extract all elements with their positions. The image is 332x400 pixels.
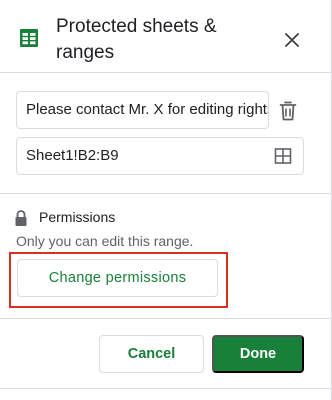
panel-header: Protected sheets & ranges [0,0,332,72]
description-input-value: Please contact Mr. X for editing rights [26,101,269,118]
range-input-value: Sheet1!B2:B9 [26,147,119,164]
range-input[interactable]: Sheet1!B2:B9 [16,137,304,175]
permissions-title: Permissions [39,209,116,225]
protected-ranges-panel: Protected sheets & ranges Please contact… [0,0,332,400]
change-permissions-button[interactable]: Change permissions [17,259,218,297]
permissions-subtitle: Only you can edit this range. [16,233,194,249]
lock-icon [15,210,27,226]
bottom-divider [0,388,332,389]
grid-icon[interactable] [274,147,292,165]
section-divider [0,193,332,194]
done-button[interactable]: Done [212,335,304,373]
close-icon [285,33,299,47]
trash-icon[interactable] [277,100,299,122]
footer-divider [0,318,332,319]
description-input[interactable]: Please contact Mr. X for editing rights [16,91,269,129]
cancel-button[interactable]: Cancel [99,335,204,373]
panel-title: Protected sheets & ranges [56,16,217,63]
header-divider [0,72,332,73]
close-button[interactable] [278,26,306,54]
sheets-icon [20,29,38,47]
